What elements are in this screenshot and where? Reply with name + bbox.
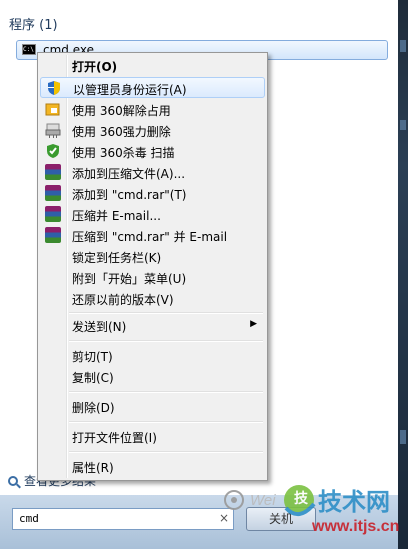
search-icon — [8, 475, 18, 486]
menu-item-compress-cmd-rar-email[interactable]: 压缩到 "cmd.rar" 并 E-mail — [40, 225, 265, 246]
menu-item-label: 打开文件位置(I) — [72, 431, 157, 445]
360-unlock-icon — [45, 103, 60, 116]
uac-shield-icon — [48, 81, 60, 95]
menu-item-label: 属性(R) — [72, 461, 114, 475]
360-shredder-icon — [45, 123, 61, 138]
menu-item-label: 使用 360强力删除 — [72, 125, 171, 139]
menu-item-add-to-cmd-rar[interactable]: 添加到 "cmd.rar"(T) — [40, 183, 265, 204]
menu-item-cut[interactable]: 剪切(T) — [40, 345, 265, 366]
menu-item-label: 附到「开始」菜单(U) — [72, 272, 187, 286]
menu-item-label: 剪切(T) — [72, 350, 113, 364]
watermark-logo: 技 Wei 技术网 www.itjs.cn — [214, 478, 404, 544]
menu-item-label: 压缩到 "cmd.rar" 并 E-mail — [72, 230, 228, 244]
winrar-icon — [45, 227, 61, 243]
menu-item-pin-start[interactable]: 附到「开始」菜单(U) — [40, 267, 265, 288]
menu-item-label: 添加到压缩文件(A)... — [72, 167, 186, 181]
menu-separator — [69, 312, 263, 314]
menu-item-open-file-location[interactable]: 打开文件位置(I) — [40, 426, 265, 447]
search-input[interactable]: cmd — [12, 508, 234, 530]
menu-item-add-to-archive[interactable]: 添加到压缩文件(A)... — [40, 162, 265, 183]
menu-item-label: 还原以前的版本(V) — [72, 293, 174, 307]
menu-item-pin-taskbar[interactable]: 锁定到任务栏(K) — [40, 246, 265, 267]
menu-item-label: 使用 360解除占用 — [72, 104, 171, 118]
menu-item-compress-email[interactable]: 压缩并 E-mail... — [40, 204, 265, 225]
context-menu: 打开(O) 以管理员身份运行(A) 使用 360解除占用 使用 360强力删除 … — [37, 52, 268, 481]
watermark-logo-char: 技 — [294, 490, 308, 506]
menu-separator — [69, 391, 263, 393]
watermark-sub: Wei — [250, 492, 276, 509]
menu-separator — [69, 340, 263, 342]
menu-item-label: 复制(C) — [72, 371, 114, 385]
winrar-icon — [45, 164, 61, 180]
watermark-url: www.itjs.cn — [312, 518, 400, 535]
menu-item-send-to[interactable]: 发送到(N) ▶ — [40, 315, 265, 336]
menu-item-label: 压缩并 E-mail... — [72, 209, 161, 223]
right-pane-edge — [398, 0, 408, 549]
360-antivirus-icon — [47, 144, 59, 158]
menu-item-delete[interactable]: 删除(D) — [40, 396, 265, 417]
section-title: 程序 (1) — [9, 18, 58, 33]
menu-item-restore-versions[interactable]: 还原以前的版本(V) — [40, 288, 265, 309]
menu-separator — [69, 451, 263, 453]
winrar-icon — [45, 185, 61, 201]
submenu-arrow-icon: ▶ — [250, 319, 257, 329]
menu-item-label: 打开(O) — [72, 60, 118, 74]
winrar-icon — [45, 206, 61, 222]
menu-item-360-scan[interactable]: 使用 360杀毒 扫描 — [40, 141, 265, 162]
menu-item-360-unlock[interactable]: 使用 360解除占用 — [40, 99, 265, 120]
menu-item-label: 以管理员身份运行(A) — [73, 83, 187, 97]
menu-item-open[interactable]: 打开(O) — [40, 55, 265, 76]
menu-item-label: 添加到 "cmd.rar"(T) — [72, 188, 187, 202]
menu-item-run-as-admin[interactable]: 以管理员身份运行(A) — [40, 77, 265, 98]
watermark-brand: 技术网 — [318, 489, 390, 516]
cmd-icon: C:\ — [22, 44, 36, 55]
menu-item-copy[interactable]: 复制(C) — [40, 366, 265, 387]
menu-item-label: 锁定到任务栏(K) — [72, 251, 162, 265]
menu-item-label: 删除(D) — [72, 401, 115, 415]
menu-item-label: 发送到(N) — [72, 320, 127, 334]
menu-item-label: 使用 360杀毒 扫描 — [72, 146, 175, 160]
menu-separator — [69, 421, 263, 423]
menu-item-360-shredder[interactable]: 使用 360强力删除 — [40, 120, 265, 141]
menu-item-properties[interactable]: 属性(R) — [40, 456, 265, 477]
